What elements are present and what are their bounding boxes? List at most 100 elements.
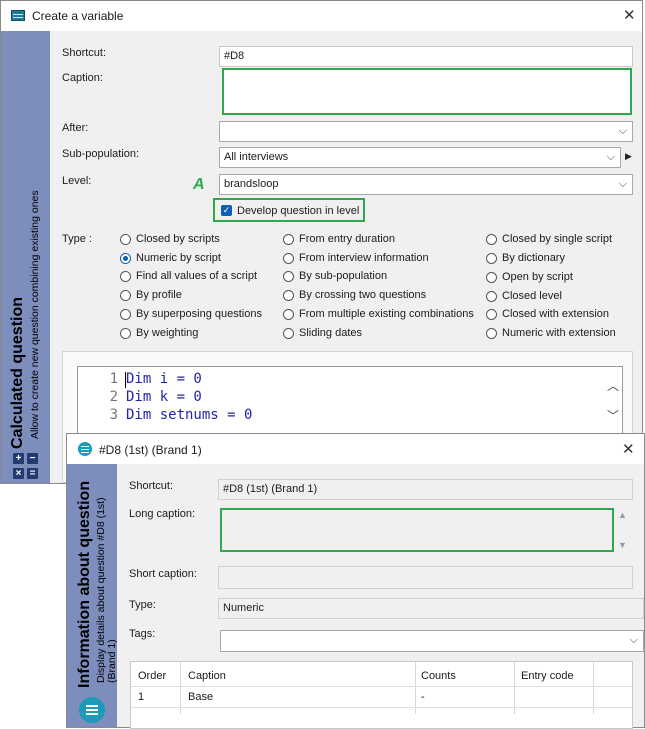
type-field: Numeric (218, 598, 644, 619)
radio-closed-single-script[interactable] (486, 234, 497, 245)
table-row[interactable]: 1 Base - (131, 687, 632, 707)
close-icon[interactable]: ✕ (623, 8, 636, 23)
radio-label: Closed by scripts (136, 233, 220, 245)
radio-from-multiple[interactable] (283, 309, 294, 320)
title-bar: #D8 (1st) (Brand 1) ✕ (67, 434, 644, 464)
sidebar-subtitle: Allow to create new question combining e… (29, 190, 41, 439)
code-line: Dim k = 0 (126, 389, 202, 405)
radio-label: By dictionary (502, 252, 565, 264)
long-caption-field (220, 508, 614, 552)
radio-label: From multiple existing combinations (299, 308, 474, 320)
radio-numeric-by-script[interactable] (120, 253, 131, 264)
radio-from-interview-info[interactable] (283, 253, 294, 264)
level-value: brandsloop (224, 178, 279, 190)
checkbox-checked-icon[interactable]: ✓ (221, 205, 232, 216)
sidebar: Information about question Display detai… (67, 464, 118, 727)
radio-by-subpopulation[interactable] (283, 271, 294, 282)
scroll-up-icon[interactable]: ︿ (607, 377, 619, 394)
radio-label: From entry duration (299, 233, 395, 245)
line-number: 2 (109, 389, 118, 405)
scroll-down-icon[interactable]: ﹀ (607, 407, 619, 424)
radio-open-by-script[interactable] (486, 272, 497, 283)
radio-label: Find all values of a script (136, 270, 258, 282)
radio-from-entry-duration[interactable] (283, 234, 294, 245)
radio-label: Sliding dates (299, 327, 362, 339)
after-label: After: (62, 122, 89, 134)
x-icon[interactable]: × (13, 468, 24, 479)
after-select[interactable]: ⌵ (219, 121, 633, 142)
subpop-value: All interviews (224, 151, 289, 163)
radio-by-profile[interactable] (120, 290, 131, 301)
subpop-label: Sub-population: (62, 148, 140, 160)
scroll-down-icon[interactable]: ▼ (618, 540, 627, 550)
code-line: Dim setnums = 0 (126, 407, 253, 423)
radio-by-weighting[interactable] (120, 328, 131, 339)
tags-select[interactable]: ⌵ (220, 630, 644, 652)
window-title: Create a variable (32, 9, 124, 23)
radio-label: Numeric with extension (502, 327, 616, 339)
chevron-down-icon: ⌵ (629, 634, 638, 646)
short-caption-field (218, 566, 633, 589)
grid-icon (79, 697, 105, 723)
type-label: Type : (62, 233, 92, 245)
line-number: 1 (109, 371, 118, 387)
radio-label: By superposing questions (136, 308, 262, 320)
sidebar-title: Information about question (76, 480, 93, 688)
radio-label: Closed level (502, 290, 562, 302)
triangle-right-icon[interactable]: ▶ (625, 151, 632, 162)
table-cell: 1 (138, 691, 145, 703)
table-header-counts: Counts (421, 670, 456, 682)
radio-label: By weighting (136, 327, 199, 339)
radio-find-all-values[interactable] (120, 271, 131, 282)
equals-icon[interactable]: = (27, 468, 38, 479)
radio-numeric-with-extension[interactable] (486, 328, 497, 339)
sidebar-title: Calculated question (9, 296, 26, 449)
table-icon (11, 10, 25, 21)
radio-label: Open by script (502, 271, 573, 283)
radio-closed-with-extension[interactable] (486, 309, 497, 320)
radio-label: Closed with extension (502, 308, 610, 320)
line-number: 3 (109, 407, 118, 423)
short-caption-label: Short caption: (129, 568, 197, 580)
radio-sliding-dates[interactable] (283, 328, 294, 339)
level-select[interactable]: brandsloop ⌵ (219, 174, 633, 195)
close-icon[interactable]: ✕ (622, 442, 635, 457)
radio-label: Closed by single script (502, 233, 613, 245)
subpop-select[interactable]: All interviews ⌵ (219, 147, 621, 168)
table-header-order: Order (138, 670, 167, 682)
radio-label: By crossing two questions (299, 289, 427, 301)
radio-closed-by-scripts[interactable] (120, 234, 131, 245)
chevron-down-icon: ⌵ (606, 151, 615, 163)
develop-checkbox-label[interactable]: Develop question in level (237, 205, 359, 217)
shortcut-label: Shortcut: (129, 480, 174, 492)
plus-icon[interactable]: + (13, 453, 24, 464)
radio-closed-level[interactable] (486, 291, 497, 302)
shortcut-field[interactable]: #D8 (219, 46, 633, 67)
scroll-up-icon[interactable]: ▲ (618, 510, 627, 520)
counts-table: Order Caption Counts Entry code 1 Base - (130, 661, 633, 729)
radio-label: By sub-population (299, 270, 388, 282)
window-title: #D8 (1st) (Brand 1) (99, 443, 202, 457)
chevron-down-icon: ⌵ (618, 125, 627, 137)
radio-by-superposing[interactable] (120, 309, 131, 320)
level-label: Level: (62, 175, 92, 187)
question-info-window: #D8 (1st) (Brand 1) ✕ Information about … (66, 433, 645, 729)
shortcut-field: #D8 (1st) (Brand 1) (218, 479, 633, 500)
radio-by-dictionary[interactable] (486, 253, 497, 264)
caption-field[interactable] (222, 68, 632, 115)
table-header-entry-code: Entry code (521, 670, 574, 682)
radio-label: From interview information (299, 252, 429, 264)
type-label: Type: (129, 599, 156, 611)
long-caption-label: Long caption: (129, 508, 196, 520)
chevron-down-icon: ⌵ (618, 178, 627, 190)
table-header-caption: Caption (188, 670, 226, 682)
text-cursor (125, 372, 126, 388)
radio-label: Numeric by script (136, 252, 221, 264)
sidebar: Calculated question Allow to create new … (1, 31, 50, 483)
code-line: Dim i = 0 (126, 371, 202, 387)
table-cell: - (421, 691, 425, 703)
minus-icon[interactable]: − (27, 453, 38, 464)
title-bar: Create a variable ✕ (1, 1, 642, 31)
radio-by-crossing[interactable] (283, 290, 294, 301)
sidebar-subtitle: Display details about question #D8 (1st)… (95, 497, 118, 683)
